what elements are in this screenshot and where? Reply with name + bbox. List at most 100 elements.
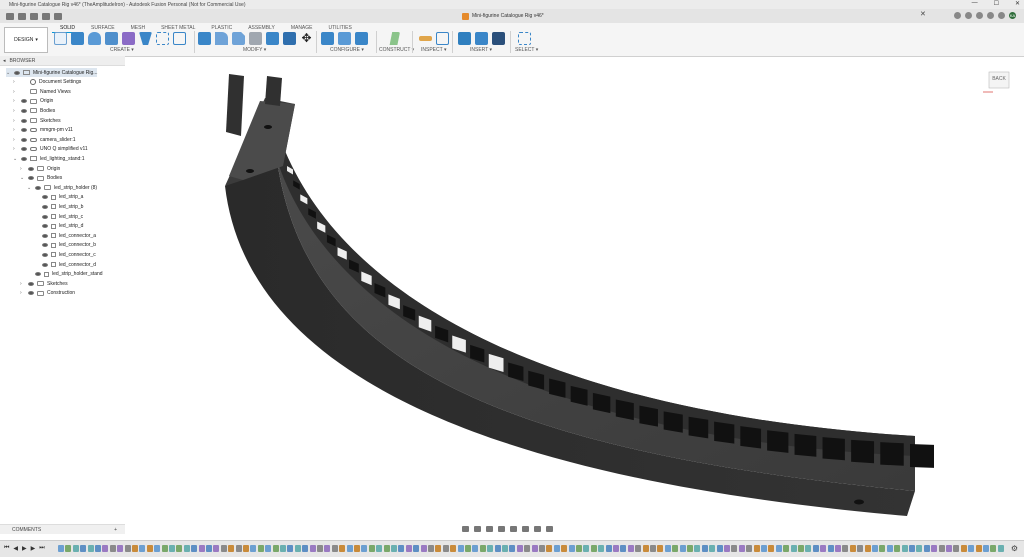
expand-chevron-icon[interactable]: › <box>13 89 18 95</box>
timeline-feature-icon[interactable] <box>783 545 790 552</box>
timeline-feature-icon[interactable] <box>842 545 849 552</box>
timeline-feature-icon[interactable] <box>864 545 871 552</box>
timeline-feature-icon[interactable] <box>361 545 368 552</box>
grid-settings-icon[interactable] <box>534 526 541 532</box>
visibility-eye-icon[interactable] <box>21 128 27 133</box>
timeline-feature-icon[interactable] <box>524 545 531 552</box>
timeline-feature-icon[interactable] <box>331 545 338 552</box>
timeline-feature-icon[interactable] <box>132 545 138 552</box>
loft-icon[interactable] <box>139 32 152 45</box>
close-button[interactable]: ✕ <box>1015 0 1020 7</box>
insert-menu[interactable]: INSERT ▾ <box>470 47 492 53</box>
zoom-icon[interactable] <box>498 526 505 532</box>
visibility-eye-icon[interactable] <box>28 291 34 296</box>
timeline-feature-icon[interactable] <box>709 545 716 552</box>
timeline-feature-icon[interactable] <box>790 545 797 552</box>
timeline-feature-icon[interactable] <box>716 545 723 552</box>
browser-node[interactable]: › Bodies <box>13 106 55 115</box>
timeline-feature-icon[interactable] <box>487 545 494 552</box>
timeline-feature-icon[interactable] <box>213 545 220 552</box>
timeline-feature-icon[interactable] <box>117 545 124 552</box>
timeline-feature-icon[interactable] <box>997 545 1004 552</box>
timeline-feature-icon[interactable] <box>502 545 508 552</box>
timeline-feature-icon[interactable] <box>753 545 760 552</box>
configure-table-icon[interactable] <box>321 32 334 45</box>
timeline-feature-icon[interactable] <box>442 545 449 552</box>
timeline-feature-icon[interactable] <box>657 545 664 552</box>
visibility-eye-icon[interactable] <box>21 156 27 161</box>
timeline-feature-icon[interactable] <box>642 545 649 552</box>
timeline-feature-icon[interactable] <box>206 545 212 552</box>
expand-chevron-icon[interactable]: › <box>13 127 18 133</box>
timeline-feature-icon[interactable] <box>975 545 982 552</box>
form-icon[interactable] <box>122 32 135 45</box>
visibility-eye-icon[interactable] <box>42 214 48 219</box>
insert-derive-icon[interactable] <box>458 32 471 45</box>
timeline-feature-icon[interactable] <box>102 545 109 552</box>
timeline-feature-icon[interactable] <box>257 545 264 552</box>
chamfer-icon[interactable] <box>232 32 245 45</box>
timeline-feature-icon[interactable] <box>738 545 745 552</box>
timeline-feature-icon[interactable] <box>220 545 227 552</box>
timeline-feature-icon[interactable] <box>376 545 383 552</box>
browser-node[interactable]: ⌄ led_strip_holder (8) <box>27 183 97 192</box>
timeline-feature-icon[interactable] <box>146 545 153 552</box>
minimize-button[interactable]: — <box>972 0 978 7</box>
timeline-feature-icon[interactable] <box>635 545 642 552</box>
play-icon[interactable]: ▶ <box>22 545 27 552</box>
timeline-feature-icon[interactable] <box>516 545 523 552</box>
expand-chevron-icon[interactable]: ⌄ <box>20 175 25 181</box>
undo-icon[interactable] <box>42 12 50 20</box>
expand-chevron-icon[interactable]: › <box>13 108 18 114</box>
timeline-feature-icon[interactable] <box>812 545 819 552</box>
browser-node[interactable]: › Sketches <box>13 116 61 125</box>
timeline-feature-icon[interactable] <box>983 545 989 552</box>
pan-icon[interactable] <box>486 526 493 532</box>
browser-node[interactable]: led_strip_c <box>34 212 83 221</box>
visibility-eye-icon[interactable] <box>42 262 48 267</box>
create-menu[interactable]: CREATE ▾ <box>110 47 134 53</box>
timeline-feature-icon[interactable] <box>457 545 464 552</box>
visibility-eye-icon[interactable] <box>35 185 41 190</box>
canvas-viewport[interactable] <box>125 56 1024 520</box>
visibility-eye-icon[interactable] <box>35 272 41 277</box>
timeline-feature-icon[interactable] <box>428 545 434 552</box>
data-panel-icon[interactable] <box>976 12 983 19</box>
new-tab-icon[interactable] <box>954 12 961 19</box>
timeline-feature-icon[interactable] <box>761 545 767 552</box>
timeline-settings-icon[interactable]: ⚙ <box>1011 544 1018 553</box>
select-menu[interactable]: SELECT ▾ <box>515 47 538 53</box>
go-to-end-icon[interactable]: ⏭ <box>39 545 44 552</box>
visibility-eye-icon[interactable] <box>14 70 20 75</box>
view-cube[interactable]: BACK <box>983 66 1013 96</box>
display-settings-icon[interactable] <box>522 526 529 532</box>
timeline-feature-icon[interactable] <box>546 545 553 552</box>
timeline-feature-icon[interactable] <box>886 545 893 552</box>
timeline-feature-icon[interactable] <box>58 545 64 552</box>
timeline-feature-icon[interactable] <box>198 545 205 552</box>
redo-icon[interactable] <box>54 12 62 20</box>
browser-node[interactable]: ⌄ Mini-figurine Catalogue Rig... <box>6 68 98 77</box>
visibility-eye-icon[interactable] <box>42 224 48 229</box>
browser-node[interactable]: ⌄ Bodies <box>20 174 62 183</box>
browser-node[interactable]: › Construction <box>20 289 75 298</box>
timeline-feature-icon[interactable] <box>272 545 279 552</box>
select-icon[interactable] <box>518 32 531 45</box>
expand-chevron-icon[interactable]: ⌄ <box>6 70 11 76</box>
timeline-feature-icon[interactable] <box>849 545 856 552</box>
help-icon[interactable] <box>998 12 1005 19</box>
timeline-feature-icon[interactable] <box>553 545 560 552</box>
timeline-feature-icon[interactable] <box>724 545 730 552</box>
timeline-feature-icon[interactable] <box>250 545 257 552</box>
timeline-feature-icon[interactable] <box>946 545 952 552</box>
visibility-eye-icon[interactable] <box>21 108 27 113</box>
visibility-eye-icon[interactable] <box>42 195 48 200</box>
timeline-feature-icon[interactable] <box>65 545 72 552</box>
timeline-feature-icon[interactable] <box>909 545 915 552</box>
configure-theme-icon[interactable] <box>338 32 351 45</box>
timeline-feature-icon[interactable] <box>398 545 405 552</box>
timeline-feature-icon[interactable] <box>568 545 575 552</box>
browser-node[interactable]: led_connector_b <box>34 241 96 250</box>
visibility-eye-icon[interactable] <box>21 99 27 104</box>
visibility-eye-icon[interactable] <box>28 166 34 171</box>
